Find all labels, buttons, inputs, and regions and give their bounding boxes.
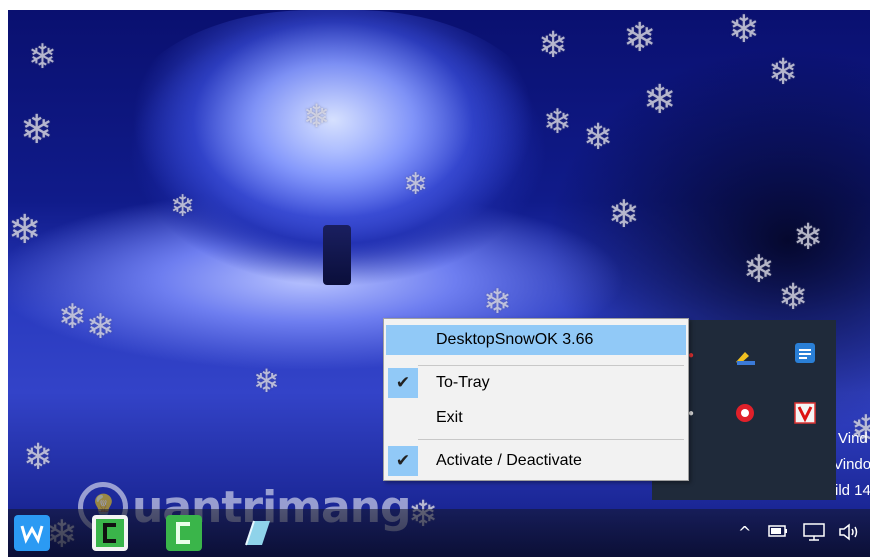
camtasia-recorder-app-icon[interactable] — [166, 515, 202, 551]
snowflake-icon: ❄ — [743, 247, 775, 291]
menu-item-app-title[interactable]: DesktopSnowOK 3.66 — [386, 325, 686, 355]
snowflake-icon: ❄ — [483, 282, 512, 322]
menu-separator — [418, 365, 684, 366]
snowflake-icon: ❄ — [23, 437, 54, 478]
menu-item-to-tray[interactable]: ✔ To-Tray — [386, 368, 686, 398]
tree-trunk — [323, 225, 351, 285]
snowflake-icon: ❄ — [768, 52, 799, 93]
menu-item-label: To-Tray — [436, 374, 490, 391]
snowflake-icon: ❄ — [86, 307, 115, 347]
menu-item-label: Exit — [436, 409, 463, 426]
snowflake-icon: ❄ — [8, 207, 42, 253]
windows-text-line: ild 14 — [835, 482, 870, 499]
menu-item-label: DesktopSnowOK 3.66 — [436, 331, 594, 348]
menu-separator — [418, 439, 684, 440]
snowflake-icon: ❄ — [778, 277, 809, 318]
camtasia-app-icon[interactable] — [92, 515, 128, 551]
menu-item-exit[interactable]: Exit — [386, 403, 686, 433]
windows-text-line: Vindo — [833, 456, 870, 473]
snowflake-icon: ❄ — [623, 15, 657, 61]
volume-icon[interactable] — [838, 523, 860, 545]
snowflake-icon: ❄ — [58, 297, 87, 337]
snowflake-icon: ❄ — [28, 37, 57, 77]
snowflake-icon: ❄ — [253, 362, 280, 400]
red-gear-icon[interactable] — [732, 400, 758, 426]
blue-app-icon[interactable] — [792, 340, 818, 366]
snowflake-icon: ❄ — [793, 217, 824, 258]
snowflake-icon: ❄ — [543, 102, 572, 142]
snowflake-icon: ❄ — [728, 10, 760, 51]
battery-icon[interactable] — [768, 523, 788, 542]
notes-app-icon[interactable] — [240, 515, 276, 551]
menu-item-label: Activate / Deactivate — [436, 452, 582, 469]
checkmark-icon: ✔ — [388, 368, 418, 398]
snowflake-icon: ❄ — [20, 107, 54, 153]
v-app-icon[interactable] — [792, 400, 818, 426]
snowflake-icon: ❄ — [303, 97, 330, 135]
context-menu: DesktopSnowOK 3.66 ✔ To-Tray Exit ✔ Acti… — [383, 318, 689, 481]
word-app-icon[interactable] — [14, 515, 50, 551]
network-icon[interactable] — [803, 523, 825, 545]
chevron-up-icon[interactable]: ^ — [738, 523, 751, 542]
snowflake-icon: ❄ — [170, 189, 196, 224]
checkmark-icon: ✔ — [388, 446, 418, 476]
snowflake-icon: ❄ — [643, 77, 677, 123]
cleaner-broom-icon[interactable] — [732, 342, 758, 368]
snowflake-icon: ❄ — [403, 167, 429, 202]
menu-item-activate-deactivate[interactable]: ✔ Activate / Deactivate — [386, 446, 686, 476]
snowflake-icon: ❄ — [538, 25, 569, 66]
snowflake-icon: ❄ — [583, 117, 614, 158]
windows-text-line: Vind — [838, 430, 868, 447]
snowflake-icon: ❄ — [608, 192, 640, 236]
taskbar: ^ — [8, 509, 870, 557]
